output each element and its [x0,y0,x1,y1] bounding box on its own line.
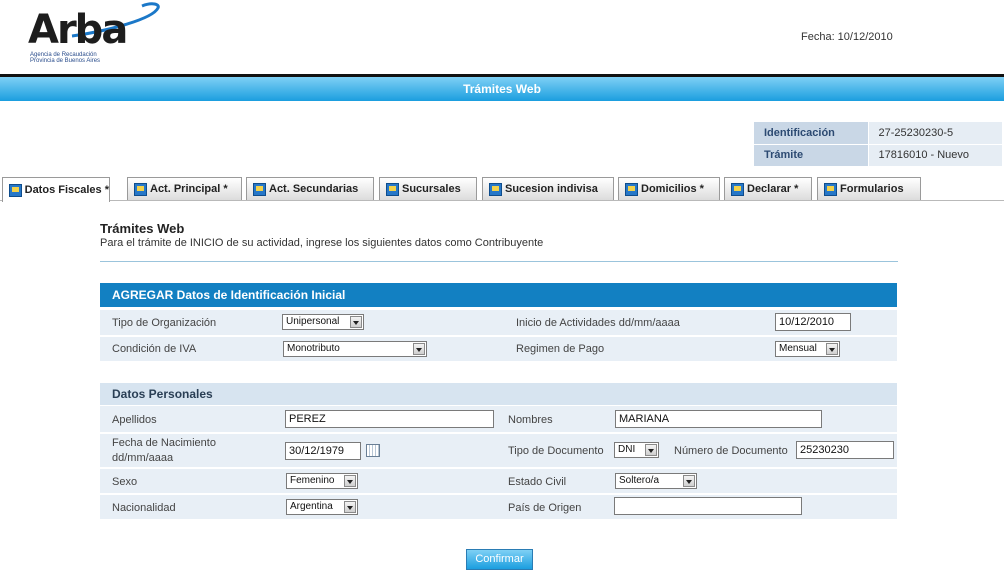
tab-label: Sucesion indivisa [505,183,598,195]
tab-domicilios[interactable]: Domicilios * [618,177,720,200]
regimen-pago-label: Regimen de Pago [516,343,605,355]
nombres-label: Nombres [508,414,553,426]
doc-icon [824,182,837,196]
doc-icon [386,182,399,196]
estado-civil-value: Soltero/a [619,475,660,486]
tramite-info-table: Identificación 27-25230230-5 Trámite 178… [754,122,1002,167]
tab-act-principal[interactable]: Act. Principal * [127,177,242,200]
identificacion-label: Identificación [754,122,868,145]
chevron-down-icon [413,343,425,355]
title-bar: Trámites Web [0,77,1004,101]
fecha-nacimiento-label: Fecha de Nacimiento [112,437,216,449]
numero-documento-input[interactable] [796,441,894,459]
info-row-tramite: Trámite 17816010 - Nuevo [754,144,1002,167]
tipo-organizacion-label: Tipo de Organización [112,317,217,329]
tipo-documento-value: DNI [618,444,636,455]
nacionalidad-label: Nacionalidad [112,502,176,514]
chevron-down-icon [683,475,695,487]
tab-bar: Datos Fiscales * Act. Principal * Act. S… [0,176,1004,202]
form-row-tipo-organizacion: Tipo de Organización Unipersonal Inicio … [100,310,897,335]
info-row-identificacion: Identificación 27-25230230-5 [754,122,1002,145]
tab-label: Sucursales [402,183,461,195]
tab-label: Domicilios * [641,183,704,195]
doc-icon [625,182,638,196]
form-row-sexo: Sexo Femenino Estado Civil Soltero/a [100,469,897,493]
apellidos-label: Apellidos [112,414,157,426]
condicion-iva-label: Condición de IVA [112,343,197,355]
identificacion-panel-heading: AGREGAR Datos de Identificación Inicial [100,283,897,307]
calendar-icon[interactable] [366,444,380,457]
numero-documento-label: Número de Documento [674,445,788,457]
inicio-actividades-label: Inicio de Actividades dd/mm/aaaa [516,317,680,329]
page: Arba Agencia de Recaudación Provincia de… [0,0,1004,584]
sexo-value: Femenino [290,475,335,486]
regimen-pago-value: Mensual [779,343,817,354]
sexo-label: Sexo [112,476,138,488]
confirm-button[interactable]: Confirmar [466,549,533,570]
chevron-down-icon [344,475,356,487]
tab-label: Declarar * [747,183,799,195]
tab-formularios[interactable]: Formularios [817,177,921,200]
tab-declarar[interactable]: Declarar * [724,177,812,200]
form-row-apellidos: Apellidos Nombres [100,406,897,432]
doc-icon [731,182,744,196]
tab-label: Act. Principal * [150,183,228,195]
tab-sucesion-indivisa[interactable]: Sucesion indivisa [482,177,614,200]
tramite-value: 17816010 - Nuevo [867,144,1002,167]
fecha-nacimiento-format: dd/mm/aaaa [112,452,174,464]
form-row-fecha-nacimiento: Fecha de Nacimiento dd/mm/aaaa Tipo de D… [100,434,897,467]
chevron-down-icon [645,444,657,456]
pais-origen-label: País de Origen [508,502,582,514]
chevron-down-icon [344,501,356,513]
form-row-condicion-iva: Condición de IVA Monotributo Regimen de … [100,337,897,361]
section-title: Trámites Web [100,221,185,236]
tab-datos-fiscales[interactable]: Datos Fiscales * [2,177,110,202]
pais-origen-input[interactable] [614,497,802,515]
doc-icon [253,182,266,196]
tipo-organizacion-value: Unipersonal [286,316,340,327]
estado-civil-label: Estado Civil [508,476,567,488]
date-label: Fecha: 10/12/2010 [801,31,893,43]
section-description: Para el trámite de INICIO de su activida… [100,237,544,249]
sexo-select[interactable]: Femenino [286,473,358,489]
apellidos-input[interactable] [285,410,494,428]
tab-label: Datos Fiscales * [24,184,109,196]
inicio-actividades-input[interactable] [775,313,851,331]
fecha-nacimiento-input[interactable] [285,442,361,460]
tipo-documento-label: Tipo de Documento [508,445,604,457]
nombres-input[interactable] [615,410,822,428]
identificacion-value: 27-25230230-5 [867,122,1002,145]
condicion-iva-select[interactable]: Monotributo [283,341,427,357]
logo-text: Arba [28,7,128,53]
title-bar-text: Trámites Web [463,82,541,96]
tab-label: Act. Secundarias [269,183,359,195]
nacionalidad-value: Argentina [290,501,333,512]
arba-logo: Arba Agencia de Recaudación Provincia de… [24,2,160,66]
chevron-down-icon [350,316,362,328]
doc-icon [489,182,502,196]
datos-personales-heading: Datos Personales [100,383,897,405]
doc-icon [9,183,22,197]
condicion-iva-value: Monotributo [287,343,340,354]
logo-subtitle-2: Provincia de Buenos Aires [30,58,101,64]
tramite-label: Trámite [754,144,868,167]
tab-act-secundarias[interactable]: Act. Secundarias [246,177,374,200]
form-row-nacionalidad: Nacionalidad Argentina País de Origen [100,495,897,519]
chevron-down-icon [826,343,838,355]
tab-sucursales[interactable]: Sucursales [379,177,477,200]
tab-label: Formularios [840,183,904,195]
tipo-documento-select[interactable]: DNI [614,442,659,458]
section-divider [100,261,898,262]
doc-icon [134,182,147,196]
estado-civil-select[interactable]: Soltero/a [615,473,697,489]
nacionalidad-select[interactable]: Argentina [286,499,358,515]
tipo-organizacion-select[interactable]: Unipersonal [282,314,364,330]
regimen-pago-select[interactable]: Mensual [775,341,840,357]
